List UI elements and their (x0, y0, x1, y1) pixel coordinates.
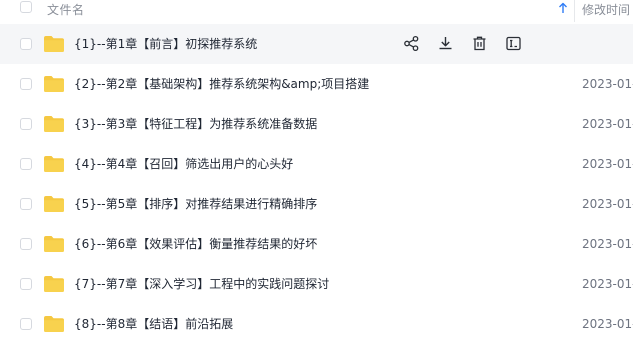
folder-icon (43, 275, 65, 293)
file-name[interactable]: {2}--第2章【基础架构】推荐系统架构&amp;项目搭建 (74, 76, 369, 92)
select-all-checkbox[interactable] (20, 1, 32, 13)
delete-icon[interactable] (471, 35, 488, 52)
row-checkbox[interactable] (20, 318, 32, 330)
file-row[interactable]: {4}--第4章【召回】筛选出用户的心头好 2023-01- (0, 144, 633, 184)
row-checkbox[interactable] (20, 118, 32, 130)
row-checkbox[interactable] (20, 198, 32, 210)
folder-icon (43, 115, 65, 133)
row-checkbox[interactable] (20, 238, 32, 250)
file-name[interactable]: {6}--第6章【效果评估】衡量推荐结果的好坏 (74, 236, 317, 252)
folder-icon (43, 75, 65, 93)
sort-ascending-icon[interactable] (558, 2, 568, 14)
file-modified-date: 2023-01- (582, 277, 633, 291)
row-checkbox[interactable] (20, 38, 32, 50)
download-icon[interactable] (437, 35, 454, 52)
row-checkbox[interactable] (20, 278, 32, 290)
file-modified-date: 2023-01- (582, 117, 633, 131)
rename-icon[interactable] (505, 35, 522, 52)
row-actions (403, 35, 539, 52)
folder-icon (43, 235, 65, 253)
file-name[interactable]: {8}--第8章【结语】前沿拓展 (74, 316, 233, 332)
folder-icon (43, 155, 65, 173)
file-modified-date: 2023-01- (582, 317, 633, 331)
file-name[interactable]: {4}--第4章【召回】筛选出用户的心头好 (74, 156, 293, 172)
file-row[interactable]: {2}--第2章【基础架构】推荐系统架构&amp;项目搭建 2023-01- (0, 64, 633, 104)
name-column-header[interactable]: 文件名 (47, 1, 85, 18)
file-modified-date: 2023-01- (582, 197, 633, 211)
folder-icon (43, 195, 65, 213)
column-divider[interactable] (574, 0, 575, 22)
row-checkbox[interactable] (20, 158, 32, 170)
file-row[interactable]: {8}--第8章【结语】前沿拓展 2023-01- (0, 304, 633, 344)
file-list-header: 文件名 修改时间 (0, 0, 633, 22)
file-name[interactable]: {5}--第5章【排序】对推荐结果进行精确排序 (74, 196, 317, 212)
modified-time-column-header[interactable]: 修改时间 (582, 1, 630, 18)
folder-icon (43, 315, 65, 333)
share-icon[interactable] (403, 35, 420, 52)
file-modified-date: 2023-01- (582, 237, 633, 251)
file-modified-date: 2023-01- (582, 157, 633, 171)
folder-icon (43, 35, 65, 53)
file-row[interactable]: {6}--第6章【效果评估】衡量推荐结果的好坏 2023-01- (0, 224, 633, 264)
file-list: 文件名 修改时间 {1}--第1章【前言】初探推荐系统 {2}--第2章【基础架… (0, 0, 633, 345)
file-name[interactable]: {7}--第7章【深入学习】工程中的实践问题探讨 (74, 276, 329, 292)
file-name[interactable]: {3}--第3章【特征工程】为推荐系统准备数据 (74, 116, 317, 132)
file-modified-date: 2023-01- (582, 77, 633, 91)
file-row[interactable]: {1}--第1章【前言】初探推荐系统 (0, 24, 633, 64)
file-row[interactable]: {3}--第3章【特征工程】为推荐系统准备数据 2023-01- (0, 104, 633, 144)
file-row[interactable]: {7}--第7章【深入学习】工程中的实践问题探讨 2023-01- (0, 264, 633, 304)
file-row[interactable]: {5}--第5章【排序】对推荐结果进行精确排序 2023-01- (0, 184, 633, 224)
row-checkbox[interactable] (20, 78, 32, 90)
file-name[interactable]: {1}--第1章【前言】初探推荐系统 (74, 36, 257, 52)
